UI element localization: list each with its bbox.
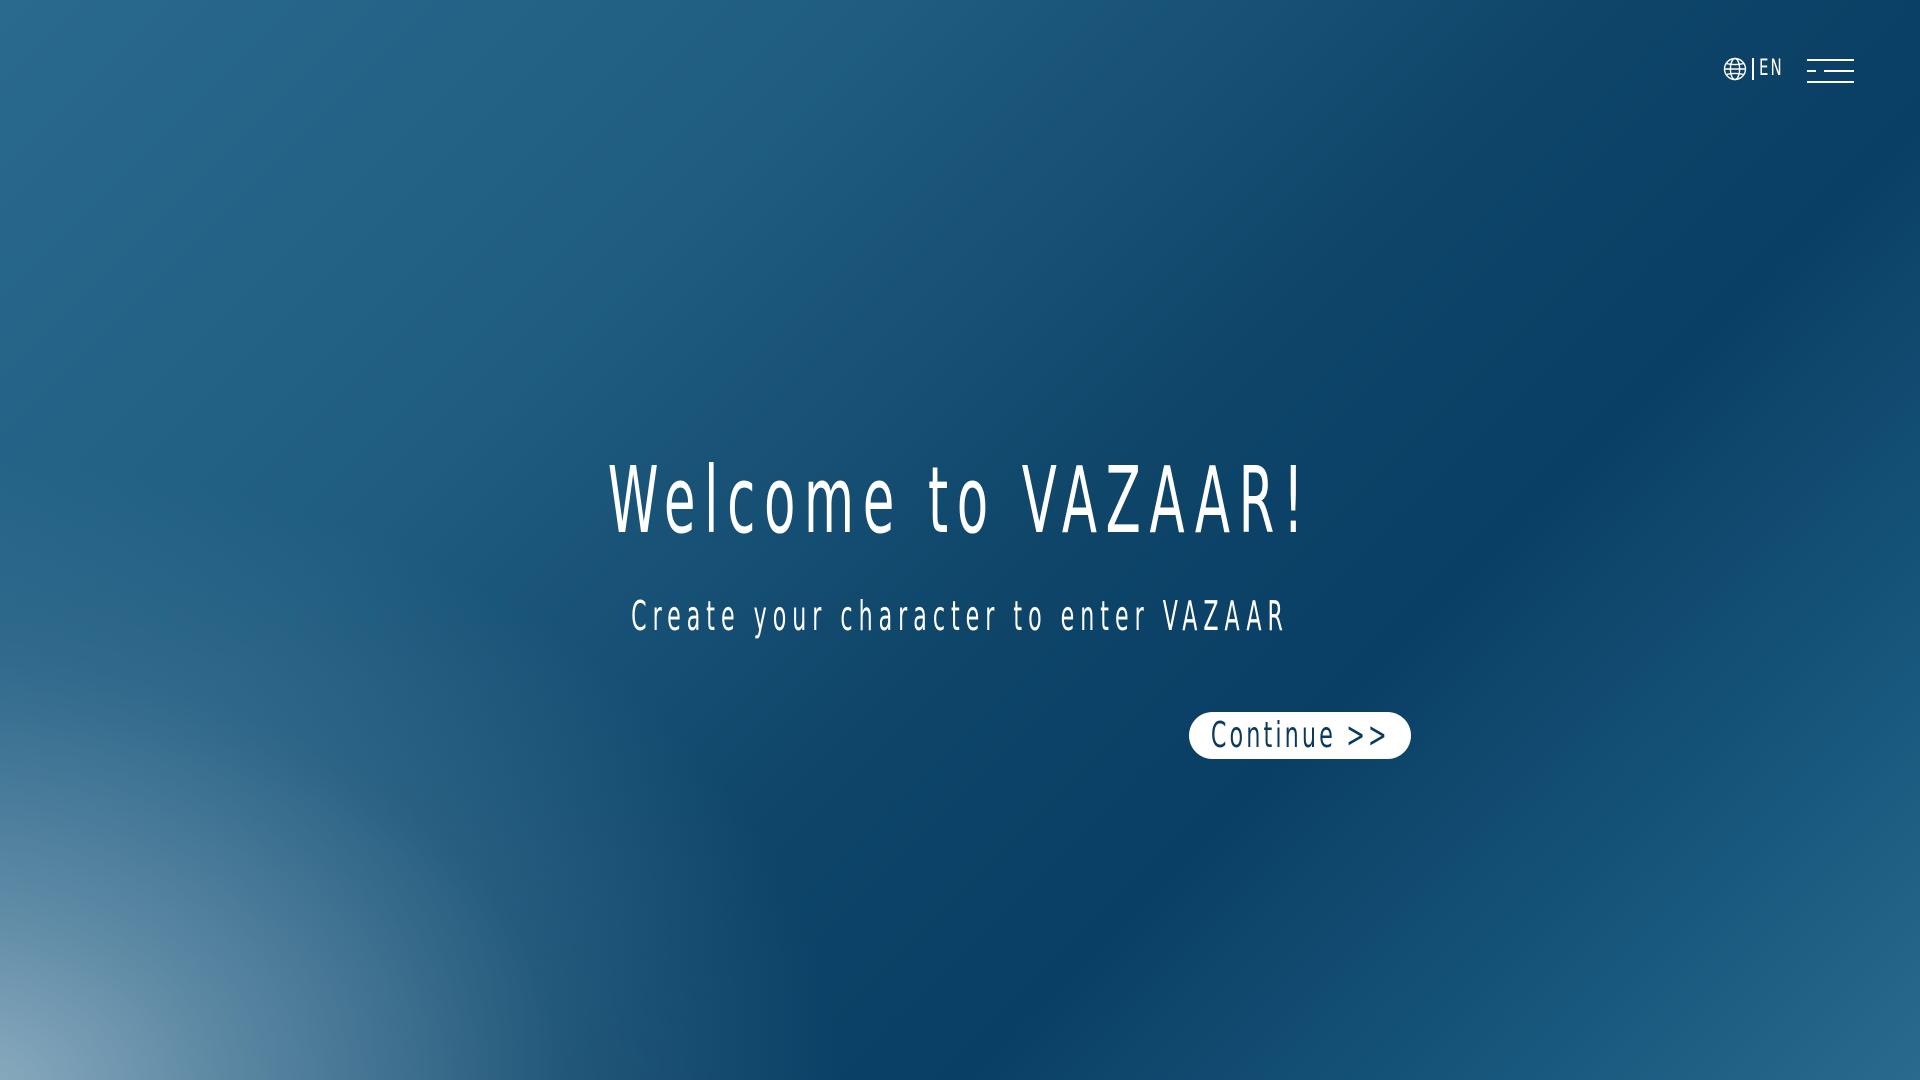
menu-button[interactable] bbox=[1807, 52, 1854, 86]
language-divider bbox=[1752, 58, 1754, 80]
continue-button-label: Continue >> bbox=[1210, 714, 1390, 756]
page-title: Welcome to VAZAAR! bbox=[607, 447, 1313, 554]
globe-icon bbox=[1723, 57, 1747, 81]
language-code: EN bbox=[1759, 56, 1784, 81]
continue-button[interactable]: Continue >> bbox=[1189, 712, 1411, 759]
language-selector[interactable]: EN bbox=[1723, 57, 1785, 81]
page-subtitle: Create your character to enter VAZAAR bbox=[631, 592, 1289, 640]
top-bar: EN bbox=[1723, 52, 1854, 86]
